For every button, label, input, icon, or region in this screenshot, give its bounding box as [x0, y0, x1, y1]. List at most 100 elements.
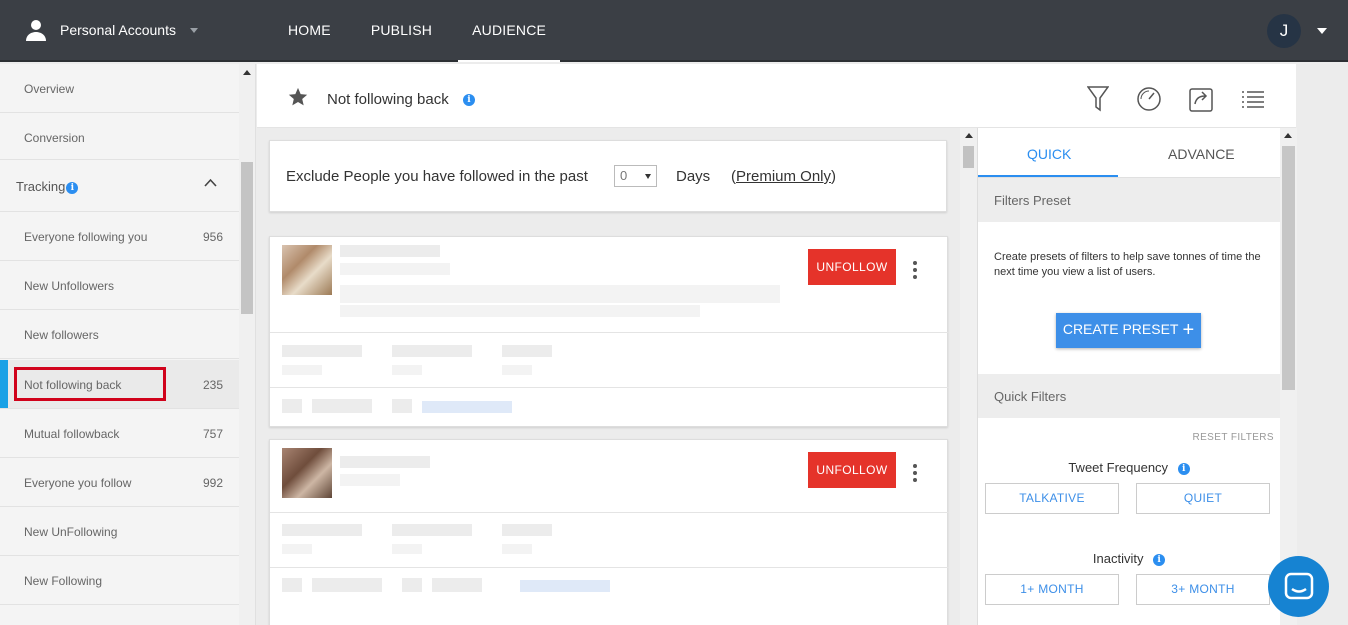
- sidebar-item-conversion[interactable]: Conversion: [0, 113, 239, 160]
- avatar[interactable]: [282, 245, 332, 295]
- blurred-meta: [282, 399, 302, 413]
- chevron-down-icon: [645, 174, 651, 179]
- blurred-link[interactable]: [520, 580, 610, 592]
- blurred-stat: [392, 365, 422, 375]
- talkative-button[interactable]: TALKATIVE: [985, 483, 1119, 514]
- sidebar-section-tracking[interactable]: Tracking i: [0, 160, 239, 212]
- sidebar-item-new-following[interactable]: New Following: [0, 556, 239, 605]
- inactivity-label: Inactivity: [1092, 551, 1144, 566]
- filters-preset-body: Create presets of filters to help save t…: [978, 222, 1280, 374]
- three-month-button[interactable]: 3+ MONTH: [1136, 574, 1270, 605]
- blurred-meta: [312, 399, 372, 413]
- avatar[interactable]: [282, 448, 332, 498]
- tab-home[interactable]: HOME: [274, 0, 345, 62]
- divider: [270, 387, 949, 388]
- star-icon[interactable]: [287, 86, 309, 108]
- section-title: Filters Preset: [994, 193, 1071, 208]
- divider: [270, 512, 949, 513]
- page-title: Not following back: [327, 91, 449, 108]
- reset-filters-link[interactable]: RESET FILTERS: [1192, 432, 1274, 443]
- scrollbar-thumb[interactable]: [963, 146, 974, 168]
- sidebar-item-new-unfollowing[interactable]: New UnFollowing: [0, 507, 239, 556]
- sidebar-item-everyone-you-follow[interactable]: Everyone you follow 992: [0, 458, 239, 507]
- sidebar-item-label: Not following back: [24, 378, 122, 392]
- exclude-text: Exclude People you have followed in the …: [286, 168, 588, 185]
- tab-audience[interactable]: AUDIENCE: [458, 0, 561, 62]
- more-options-icon[interactable]: [913, 464, 917, 485]
- top-bar: Personal Accounts HOME PUBLISH AUDIENCE …: [0, 0, 1348, 62]
- chevron-up-icon[interactable]: [204, 178, 217, 187]
- tab-quick[interactable]: QUICK: [1027, 146, 1071, 162]
- more-options-icon[interactable]: [913, 261, 917, 282]
- divider: [270, 332, 949, 333]
- sidebar-item-not-following-back[interactable]: Not following back 235: [0, 360, 239, 409]
- info-icon[interactable]: i: [1177, 462, 1190, 475]
- info-icon[interactable]: i: [1153, 553, 1166, 566]
- blurred-stat: [282, 365, 322, 375]
- sidebar-item-overview[interactable]: Overview: [0, 64, 239, 113]
- main-nav: HOME PUBLISH AUDIENCE: [274, 0, 572, 62]
- sidebar-item-everyone-following-you[interactable]: Everyone following you 956: [0, 212, 239, 261]
- blurred-meta: [402, 578, 422, 592]
- sidebar-item-count: 992: [202, 476, 223, 490]
- filter-tabs: QUICK ADVANCE: [978, 128, 1280, 178]
- create-preset-button[interactable]: CREATE PRESET +: [1056, 313, 1201, 348]
- sidebar-item-label: New Following: [24, 574, 103, 588]
- account-switcher[interactable]: Personal Accounts: [24, 18, 198, 42]
- preset-description: Create presets of filters to help save t…: [994, 251, 1261, 278]
- quiet-button[interactable]: QUIET: [1136, 483, 1270, 514]
- divider: [270, 567, 949, 568]
- blurred-meta: [432, 578, 482, 592]
- user-card: UNFOLLOW: [269, 439, 949, 625]
- exclude-filter: Exclude People you have followed in the …: [269, 140, 947, 212]
- chevron-down-icon[interactable]: [1317, 28, 1327, 34]
- unfollow-button[interactable]: UNFOLLOW: [808, 452, 896, 488]
- scrollbar-thumb[interactable]: [1282, 146, 1295, 390]
- sidebar-item-label: Conversion: [24, 131, 85, 145]
- chat-launcher-button[interactable]: [1268, 556, 1329, 617]
- blurred-handle: [340, 263, 450, 275]
- days-select[interactable]: 0: [614, 165, 657, 187]
- tab-publish[interactable]: PUBLISH: [357, 0, 446, 62]
- tab-advance[interactable]: ADVANCE: [1168, 146, 1235, 162]
- active-tab-underline: [978, 175, 1118, 177]
- section-label: Tracking: [16, 179, 66, 194]
- blurred-meta: [392, 399, 412, 413]
- list-scrollbar[interactable]: [960, 128, 977, 625]
- active-indicator: [0, 360, 8, 408]
- list-icon[interactable]: [1241, 90, 1265, 108]
- blurred-meta: [312, 578, 382, 592]
- sidebar-scrollbar[interactable]: [239, 64, 255, 625]
- unfollow-button[interactable]: UNFOLLOW: [808, 249, 896, 285]
- blurred-bio: [340, 305, 700, 317]
- scroll-up-icon[interactable]: [243, 70, 251, 75]
- sidebar-item-mutual-followback[interactable]: Mutual followback 757: [0, 409, 239, 458]
- sidebar-item-new-unfollowers[interactable]: New Unfollowers: [0, 261, 239, 310]
- sidebar: Overview Conversion Tracking i Everyone f…: [0, 64, 256, 625]
- scrollbar-thumb[interactable]: [241, 162, 253, 314]
- days-label: Days: [676, 168, 711, 185]
- tweet-frequency-label: Tweet Frequency: [1068, 460, 1169, 475]
- paren-close: ): [831, 168, 837, 185]
- blurred-handle: [340, 474, 400, 486]
- sidebar-item-new-followers[interactable]: New followers: [0, 310, 239, 359]
- blurred-stat: [392, 524, 472, 536]
- quick-filters-body: RESET FILTERS Tweet Frequency i TALKATIV…: [978, 418, 1280, 625]
- export-icon[interactable]: [1189, 86, 1213, 112]
- premium-link[interactable]: Premium Only: [736, 168, 831, 185]
- filters-scrollbar[interactable]: [1280, 128, 1297, 625]
- blurred-link[interactable]: [422, 401, 512, 413]
- plus-icon: +: [1182, 319, 1195, 341]
- info-icon[interactable]: i: [463, 94, 475, 106]
- avatar[interactable]: J: [1267, 14, 1301, 48]
- gauge-icon[interactable]: [1136, 86, 1162, 112]
- scroll-up-icon[interactable]: [1284, 133, 1292, 138]
- sidebar-item-count: 956: [202, 230, 223, 244]
- blurred-stat: [282, 524, 362, 536]
- scroll-up-icon[interactable]: [965, 133, 973, 138]
- filter-icon[interactable]: [1087, 86, 1109, 112]
- one-month-button[interactable]: 1+ MONTH: [985, 574, 1119, 605]
- blurred-stat: [282, 544, 312, 554]
- info-icon[interactable]: i: [66, 181, 79, 194]
- chat-icon: [1284, 572, 1313, 599]
